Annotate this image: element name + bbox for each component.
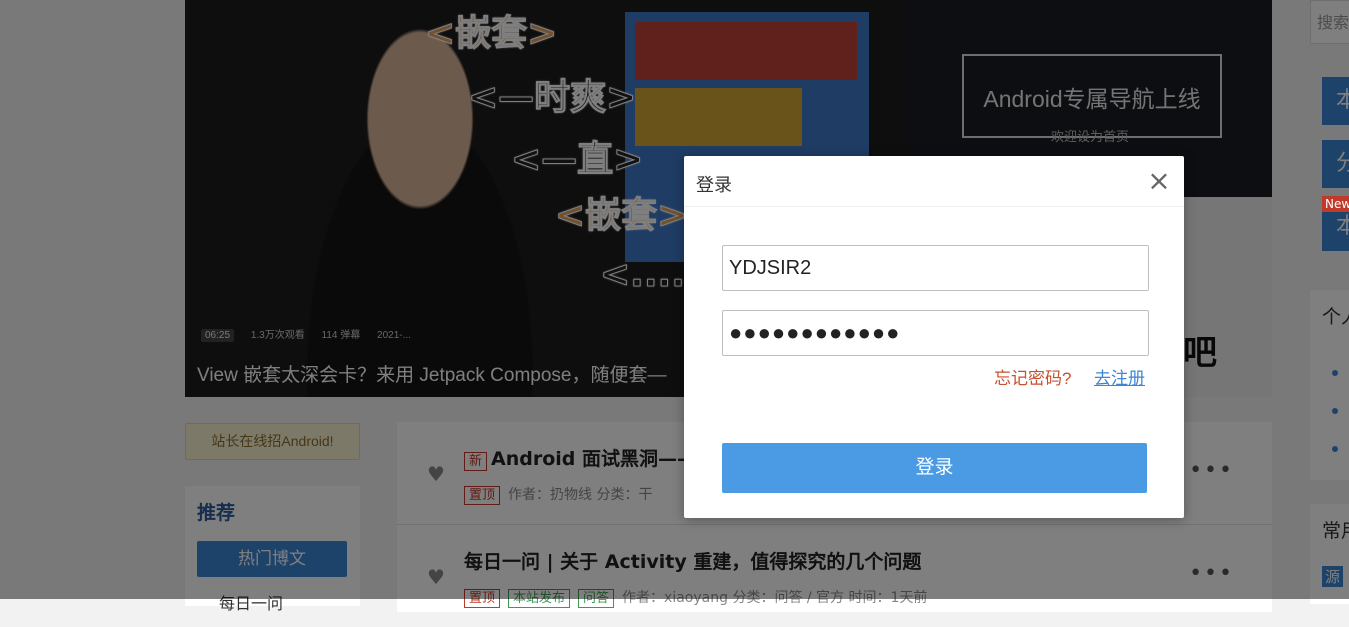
close-icon[interactable]: × xyxy=(1146,166,1172,196)
dialog-header: 登录 × xyxy=(684,156,1184,207)
login-dialog: 登录 × 忘记密码? 去注册 登录 xyxy=(684,156,1184,518)
password-field[interactable] xyxy=(722,310,1149,356)
new-badge: New xyxy=(1322,196,1349,212)
login-button[interactable]: 登录 xyxy=(722,443,1147,493)
register-link[interactable]: 去注册 xyxy=(1094,364,1145,389)
username-field[interactable] xyxy=(722,245,1149,291)
dialog-title: 登录 xyxy=(696,175,732,195)
forgot-password-link[interactable]: 忘记密码? xyxy=(994,364,1071,389)
